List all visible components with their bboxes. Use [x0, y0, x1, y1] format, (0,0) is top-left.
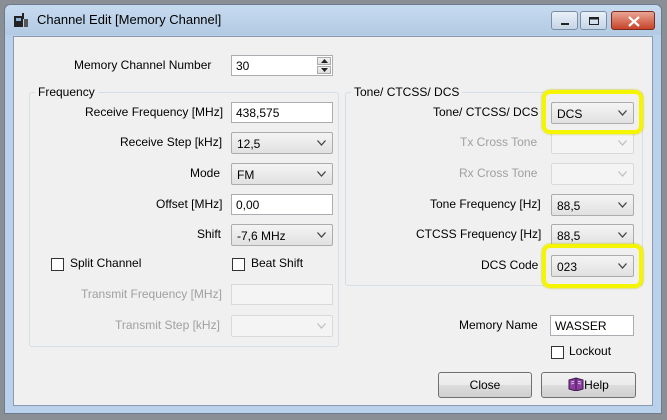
- receive-step-label: Receive Step [kHz]: [120, 135, 223, 149]
- mode-label: Mode: [190, 166, 221, 180]
- memory-channel-value: 30: [236, 59, 250, 73]
- lockout-checkbox[interactable]: [551, 346, 564, 359]
- chevron-down-icon: [317, 323, 326, 329]
- receive-step-select[interactable]: 12,5: [231, 132, 333, 154]
- mode-select[interactable]: FM: [231, 163, 333, 185]
- memory-channel-label: Memory Channel Number: [74, 58, 212, 72]
- rx-cross-tone-select[interactable]: [551, 163, 634, 185]
- close-icon: [628, 16, 640, 27]
- tx-cross-tone-label: Tx Cross Tone: [460, 135, 538, 149]
- help-book-icon: [568, 377, 584, 392]
- rx-cross-tone-label: Rx Cross Tone: [459, 166, 538, 180]
- tone-frequency-select[interactable]: 88,5: [551, 194, 634, 216]
- split-channel-checkbox[interactable]: [51, 258, 64, 271]
- minimize-button[interactable]: [551, 11, 578, 30]
- dcs-code-highlight: [542, 244, 643, 288]
- offset-label: Offset [MHz]: [156, 197, 223, 211]
- tone-ctcss-dcs-label: Tone/ CTCSS/ DCS: [433, 105, 539, 119]
- tx-cross-tone-select[interactable]: [551, 132, 634, 154]
- split-channel-label[interactable]: Split Channel: [70, 256, 141, 270]
- arrow-up-icon: [321, 59, 328, 63]
- memory-name-label: Memory Name: [459, 318, 538, 332]
- frequency-group-title: Frequency: [35, 85, 98, 99]
- chevron-down-icon: [317, 232, 326, 238]
- maximize-icon: [589, 17, 599, 25]
- mode-value: FM: [237, 168, 255, 182]
- shift-select[interactable]: -7,6 MHz: [231, 224, 333, 246]
- frequency-group: [29, 92, 339, 347]
- help-button[interactable]: Help: [541, 372, 636, 398]
- help-button-label: Help: [584, 378, 609, 392]
- ctcss-frequency-select[interactable]: 88,5: [551, 224, 634, 246]
- chevron-down-icon: [618, 202, 627, 208]
- tone-frequency-label: Tone Frequency [Hz]: [430, 197, 541, 211]
- chevron-down-icon: [317, 140, 326, 146]
- chevron-down-icon: [317, 171, 326, 177]
- maximize-button[interactable]: [580, 11, 607, 30]
- memory-channel-stepper[interactable]: 30: [231, 55, 333, 76]
- receive-frequency-input[interactable]: 438,575: [231, 102, 333, 123]
- close-window-button[interactable]: [611, 11, 655, 30]
- app-icon: [14, 13, 28, 27]
- beat-shift-label[interactable]: Beat Shift: [251, 256, 303, 270]
- dialog-client-area: Memory Channel Number 30 Frequency Recei…: [13, 36, 653, 406]
- chevron-down-icon: [618, 171, 627, 177]
- stepper-down-button[interactable]: [317, 66, 331, 74]
- shift-value: -7,6 MHz: [237, 229, 286, 243]
- tone-frequency-value: 88,5: [557, 199, 581, 213]
- arrow-down-icon: [321, 68, 328, 72]
- stepper-up-button[interactable]: [317, 57, 331, 65]
- transmit-frequency-input[interactable]: [231, 284, 333, 305]
- chevron-down-icon: [618, 232, 627, 238]
- dialog-window: Channel Edit [Memory Channel] Memory Cha…: [4, 4, 662, 414]
- tone-group-title: Tone/ CTCSS/ DCS: [351, 85, 463, 99]
- beat-shift-checkbox[interactable]: [232, 258, 245, 271]
- chevron-down-icon: [618, 140, 627, 146]
- transmit-frequency-label: Transmit Frequency [MHz]: [81, 287, 222, 301]
- ctcss-frequency-label: CTCSS Frequency [Hz]: [416, 227, 542, 241]
- receive-frequency-label: Receive Frequency [MHz]: [85, 105, 224, 119]
- transmit-step-select[interactable]: [231, 315, 333, 337]
- dcs-mode-highlight: [542, 90, 643, 134]
- minimize-icon: [561, 23, 569, 25]
- memory-name-input[interactable]: WASSER: [550, 315, 634, 336]
- title-bar[interactable]: Channel Edit [Memory Channel]: [5, 5, 661, 35]
- shift-label: Shift: [197, 227, 222, 241]
- dcs-code-label: DCS Code: [481, 258, 539, 272]
- ctcss-frequency-value: 88,5: [557, 229, 581, 243]
- offset-input[interactable]: 0,00: [231, 194, 333, 215]
- lockout-label[interactable]: Lockout: [569, 344, 611, 358]
- close-button[interactable]: Close: [438, 372, 532, 398]
- transmit-step-label: Transmit Step [kHz]: [115, 318, 220, 332]
- receive-step-value: 12,5: [237, 137, 261, 151]
- window-title: Channel Edit [Memory Channel]: [37, 12, 222, 27]
